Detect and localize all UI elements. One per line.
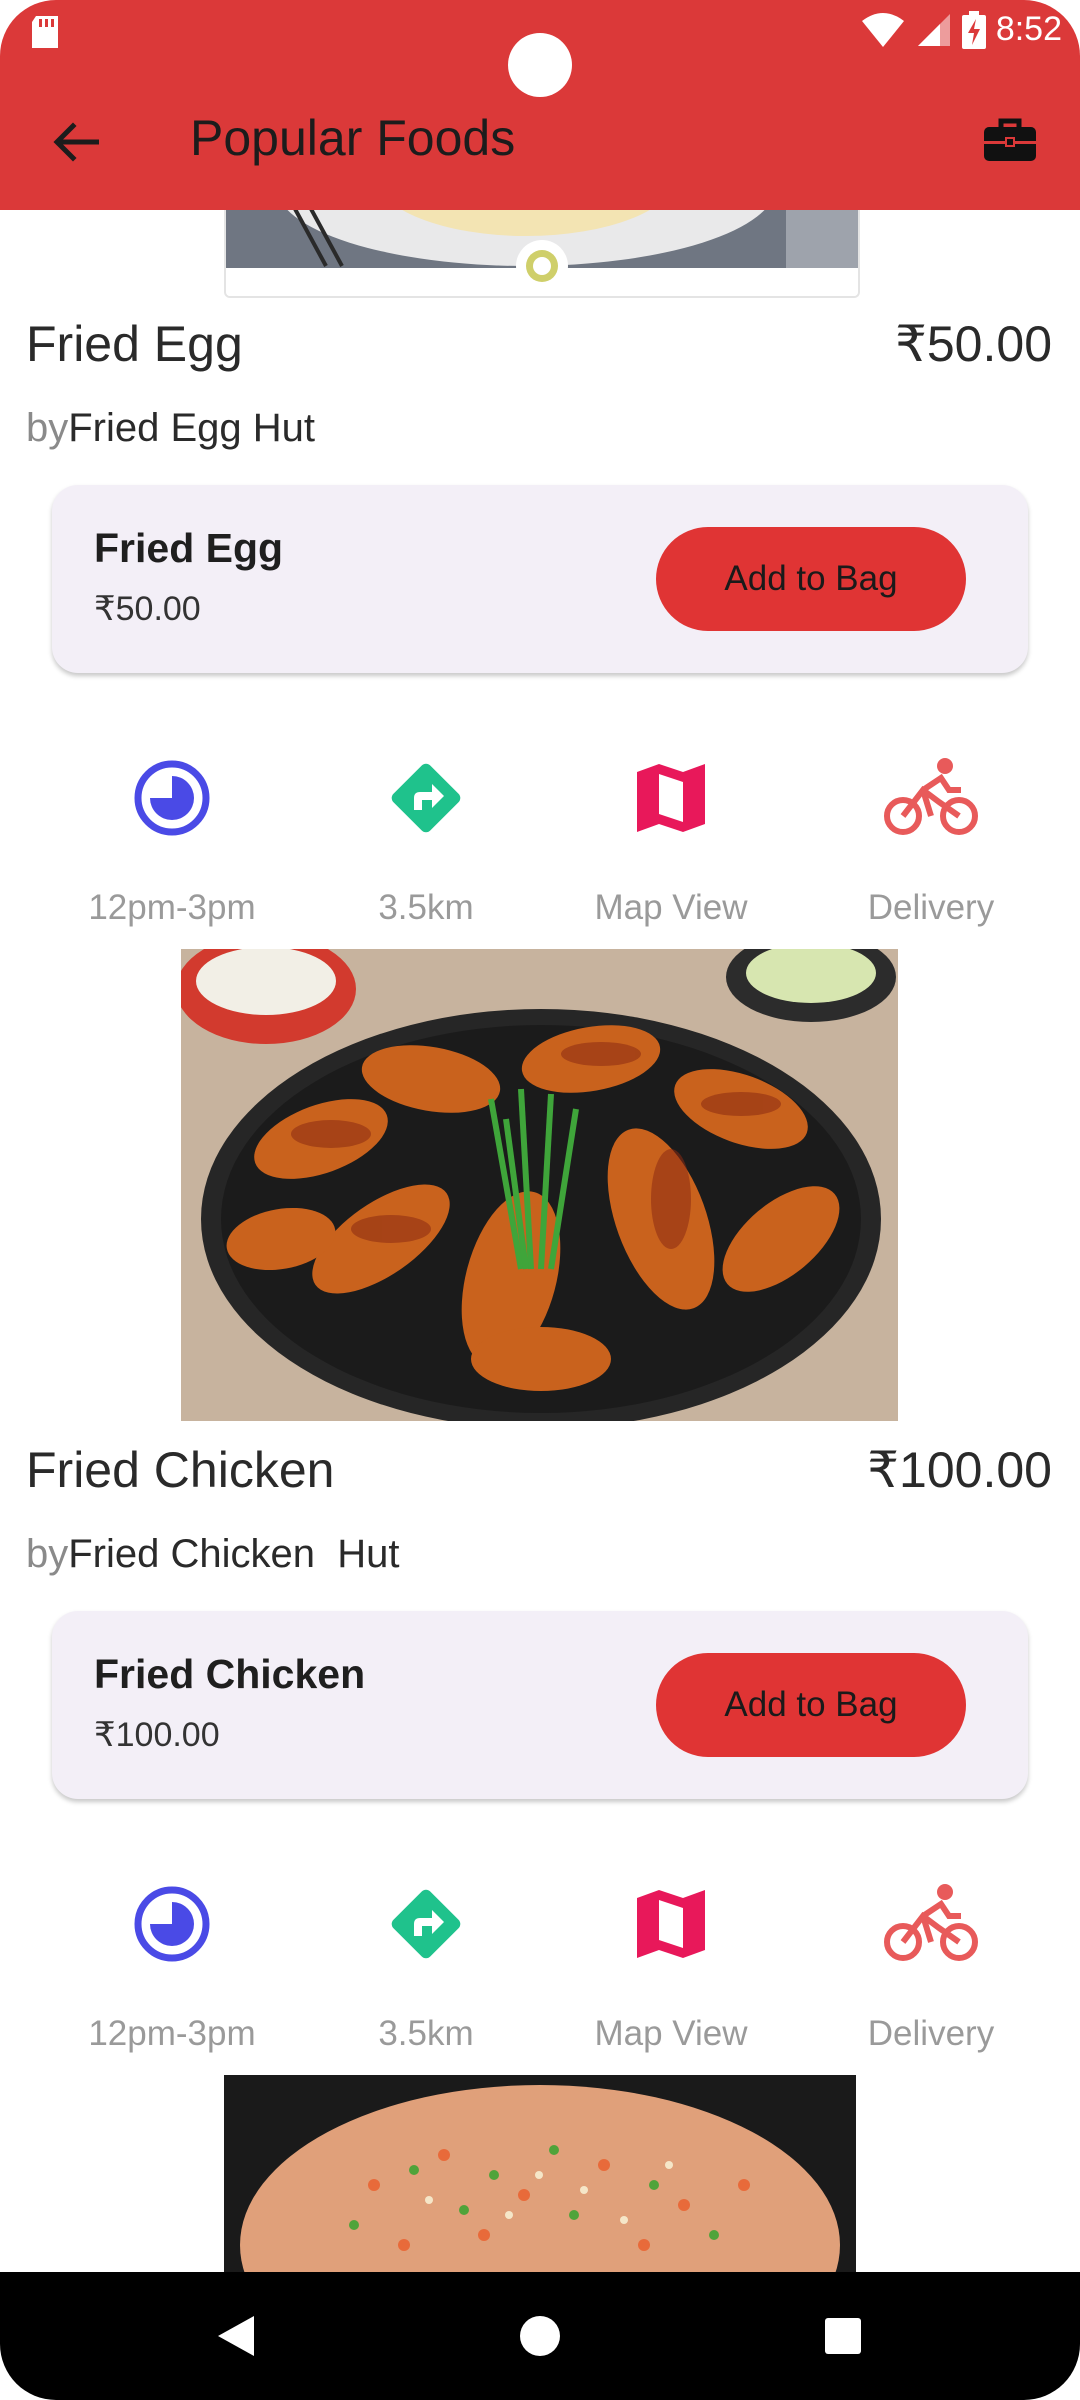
- info-distance[interactable]: 3.5km: [306, 1874, 546, 2054]
- directions-icon: [391, 1889, 461, 1959]
- status-icons: 8:52: [860, 10, 1062, 49]
- order-card: Fried Chicken ₹100.00 Add to Bag: [52, 1611, 1028, 1799]
- wifi-icon: [861, 12, 904, 47]
- screen: Fried Egg ₹50.00 byFried Egg Hut Fried E…: [0, 0, 1080, 2400]
- clock-icon: [134, 1886, 210, 1962]
- directions-icon: [391, 763, 461, 833]
- card-food-price: ₹100.00: [94, 1716, 220, 1754]
- bicycle-icon: [884, 1884, 978, 1961]
- nav-home-button[interactable]: [500, 2296, 580, 2376]
- fried-chicken-image: [181, 949, 898, 1421]
- fried-rice-photo: [224, 2075, 856, 2275]
- info-label: 3.5km: [378, 2014, 474, 2053]
- info-label: Map View: [594, 888, 748, 927]
- nav-home-icon: [520, 2316, 560, 2356]
- fried-egg-photo: [226, 196, 858, 296]
- by-prefix: by: [26, 406, 69, 450]
- add-to-bag-button[interactable]: Add to Bag: [656, 527, 966, 631]
- nav-back-button[interactable]: [196, 2296, 276, 2376]
- info-row: 12pm-3pm 3.5km Map View Delivery: [0, 748, 1080, 948]
- info-time[interactable]: 12pm-3pm: [52, 748, 292, 928]
- bag-button[interactable]: [970, 104, 1050, 176]
- map-icon: [637, 1890, 705, 1958]
- fried-rice-image: [224, 2075, 856, 2275]
- info-distance[interactable]: 3.5km: [306, 748, 546, 928]
- app-bar: 8:52 Popular Foods: [0, 0, 1080, 210]
- sd-card-icon: [28, 14, 62, 55]
- clock-icon: [134, 760, 210, 836]
- info-label: Delivery: [867, 888, 995, 927]
- by-prefix: by: [26, 1532, 69, 1576]
- card-food-name: Fried Egg: [94, 525, 284, 571]
- info-row: 12pm-3pm 3.5km Map View Delivery: [0, 1874, 1080, 2074]
- arrow-back-icon: [53, 122, 99, 162]
- card-food-name: Fried Chicken: [94, 1651, 366, 1697]
- page-title: Popular Foods: [190, 110, 516, 166]
- nav-recents-button[interactable]: [803, 2296, 883, 2376]
- battery-charging-icon: [961, 10, 986, 49]
- vendor-name: Fried Egg Hut: [68, 406, 316, 450]
- vendor-name: Fried Chicken Hut: [68, 1532, 400, 1576]
- food-title: Fried Chicken: [26, 1442, 335, 1498]
- status-bar: 8:52: [0, 0, 1080, 97]
- map-icon: [637, 764, 705, 832]
- briefcase-icon: [984, 118, 1036, 161]
- food-price: ₹50.00: [895, 316, 1052, 372]
- info-label: 12pm-3pm: [88, 2014, 256, 2053]
- food-vendor: byFried Chicken Hut: [26, 1529, 399, 1579]
- order-card: Fried Egg ₹50.00 Add to Bag: [52, 485, 1028, 673]
- camera-cutout: [508, 33, 572, 97]
- info-label: Map View: [594, 2014, 748, 2053]
- info-label: 12pm-3pm: [88, 888, 256, 927]
- back-button[interactable]: [40, 106, 112, 178]
- food-vendor: byFried Egg Hut: [26, 403, 315, 453]
- info-map[interactable]: Map View: [551, 748, 791, 928]
- info-time[interactable]: 12pm-3pm: [52, 1874, 292, 2054]
- info-delivery[interactable]: Delivery: [811, 1874, 1051, 2054]
- info-label: Delivery: [867, 2014, 995, 2053]
- system-nav-bar: [0, 2272, 1080, 2400]
- fried-chicken-photo: [181, 949, 898, 1421]
- signal-icon: [917, 13, 950, 46]
- card-food-price: ₹50.00: [94, 590, 201, 628]
- info-map[interactable]: Map View: [551, 1874, 791, 2054]
- info-delivery[interactable]: Delivery: [811, 748, 1051, 928]
- nav-back-icon: [218, 2316, 254, 2356]
- food-price: ₹100.00: [867, 1442, 1052, 1498]
- fried-egg-image: [224, 196, 860, 298]
- food-title: Fried Egg: [26, 316, 243, 372]
- status-time: 8:52: [995, 10, 1062, 48]
- bicycle-icon: [884, 758, 978, 835]
- info-label: 3.5km: [378, 888, 474, 927]
- add-to-bag-button[interactable]: Add to Bag: [656, 1653, 966, 1757]
- nav-recents-icon: [825, 2318, 861, 2354]
